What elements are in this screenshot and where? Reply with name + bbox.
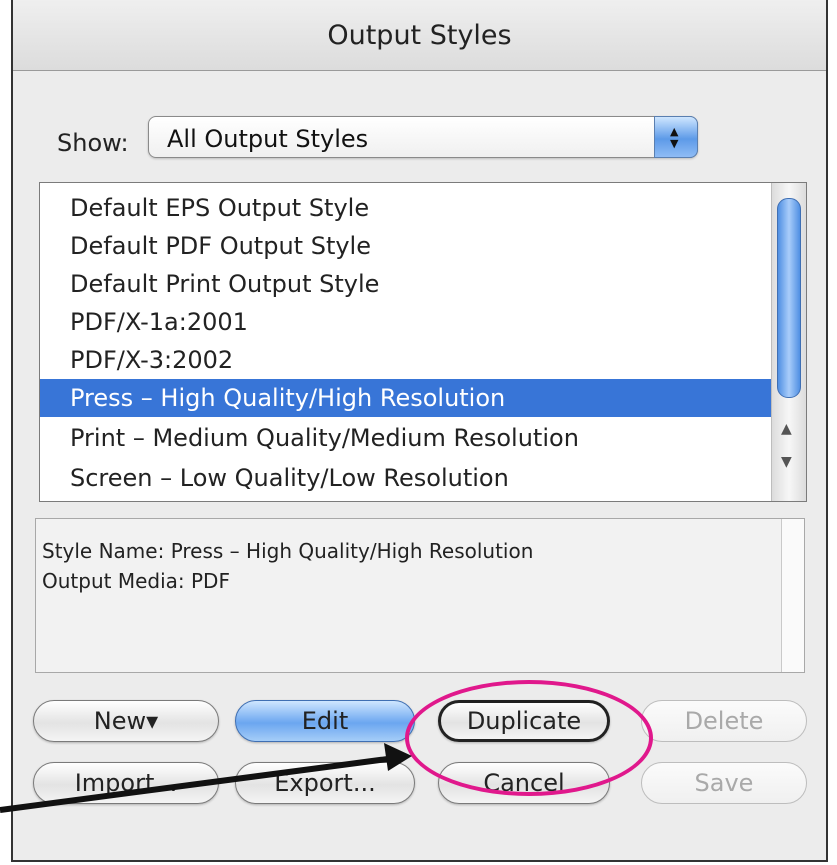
description-scrollbar[interactable]: [781, 519, 804, 672]
edit-button[interactable]: Edit: [235, 700, 415, 742]
dialog-title: Output Styles: [327, 20, 512, 51]
export-button[interactable]: Export...: [235, 762, 415, 804]
list-item[interactable]: Default Print Output Style: [40, 265, 773, 303]
show-popup-value: All Output Styles: [167, 125, 369, 153]
output-media-text: Output Media: PDF: [42, 569, 230, 593]
list-item[interactable]: Print – Medium Quality/Medium Resolution: [40, 419, 773, 457]
output-styles-list[interactable]: Default EPS Output Style Default PDF Out…: [39, 182, 807, 502]
scroll-down-arrow-icon[interactable]: ▼: [781, 454, 792, 470]
show-label: Show:: [57, 129, 129, 157]
style-description-panel: Style Name: Press – High Quality/High Re…: [35, 518, 805, 673]
delete-button[interactable]: Delete: [641, 700, 807, 742]
show-popup[interactable]: All Output Styles ▲ ▼: [148, 116, 698, 158]
list-item[interactable]: PDF/X-1a:2001: [40, 303, 773, 341]
updown-arrows-icon: ▲ ▼: [654, 116, 698, 158]
title-bar[interactable]: Output Styles: [13, 0, 826, 71]
list-item[interactable]: Default PDF Output Style: [40, 227, 773, 265]
list-item[interactable]: PDF/X-3:2002: [40, 341, 773, 379]
scroll-thumb[interactable]: [777, 198, 801, 398]
list-scrollbar[interactable]: ▲ ▼: [771, 183, 806, 501]
new-button[interactable]: New▾: [33, 700, 219, 742]
list-item[interactable]: Screen – Low Quality/Low Resolution: [40, 459, 773, 497]
list-item-selected[interactable]: Press – High Quality/High Resolution: [40, 379, 773, 417]
style-name-text: Style Name: Press – High Quality/High Re…: [42, 539, 534, 563]
duplicate-highlight-circle: [405, 680, 653, 796]
scroll-up-arrow-icon[interactable]: ▲: [781, 421, 792, 437]
save-button[interactable]: Save: [641, 762, 807, 804]
list-item[interactable]: Default EPS Output Style: [40, 189, 773, 227]
import-button[interactable]: Import...: [33, 762, 219, 804]
